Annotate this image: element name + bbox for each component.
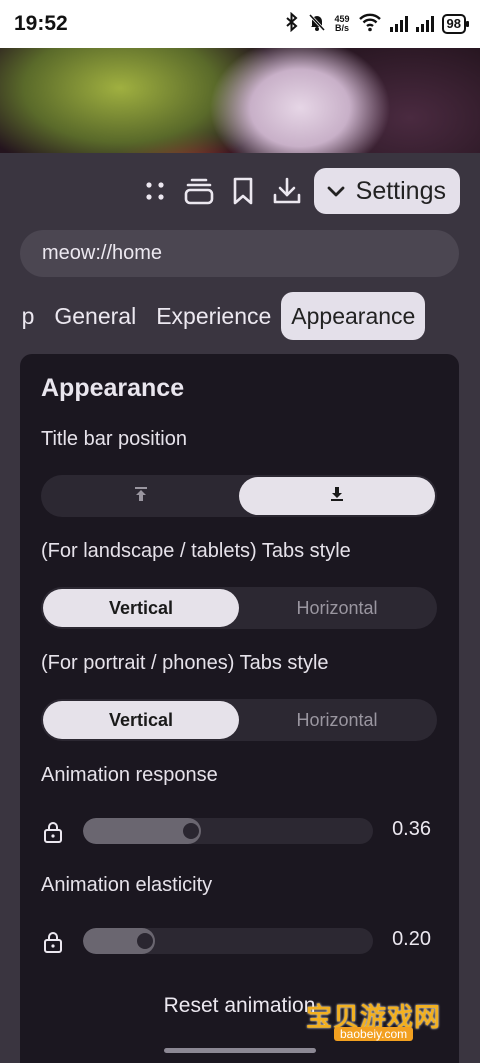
tab-start-up[interactable]: Start Up [20,292,44,340]
portrait-horizontal-option[interactable]: Horizontal [239,701,435,739]
title-bar-top-option[interactable] [43,477,239,515]
landscape-tabs-style-label: (For landscape / tablets) Tabs style [41,540,351,562]
screen: 19:52 459 B/s 98 Settings meow://home p … [0,0,480,1063]
landscape-tabs-style-toggle: Vertical Horizontal [41,587,437,629]
title-bar-bottom-option[interactable] [239,477,435,515]
status-icons: 459 B/s 98 [285,11,470,37]
animation-response-row: 0.36 [41,816,437,846]
settings-tabs: Start Up General Experience Appearance [20,292,459,340]
bottom-arrow-icon [329,486,345,507]
animation-elasticity-slider[interactable] [83,928,373,954]
portrait-vertical-option[interactable]: Vertical [43,701,239,739]
battery-indicator: 98 [441,14,470,34]
settings-button-label: Settings [355,176,446,205]
animation-elasticity-label: Animation elasticity [41,874,213,896]
cell-signal-2-icon [415,16,434,32]
animation-response-slider[interactable] [83,818,373,844]
chevron-down-icon [326,177,346,206]
drag-handle-icon[interactable] [138,174,172,208]
lock-icon[interactable] [41,820,65,844]
bookmark-icon[interactable] [226,174,260,208]
status-bar: 19:52 459 B/s 98 [0,0,480,48]
watermark-logo: 宝贝游戏网 baobeiy.com [306,985,446,1047]
portrait-tabs-style-label: (For portrait / phones) Tabs style [41,652,329,674]
settings-tabs-track: Start Up General Experience Appearance [20,292,426,340]
mute-bell-icon [307,12,327,37]
animation-elasticity-thumb[interactable] [137,933,153,949]
tab-experience[interactable]: Experience [146,292,281,340]
tab-general[interactable]: General [44,292,146,340]
tabs-stack-icon[interactable] [182,174,216,208]
cell-signal-1-icon [389,16,408,32]
appearance-panel: Appearance Title bar position (For lands… [20,354,459,1063]
status-time: 19:52 [14,12,68,35]
animation-response-value: 0.36 [392,818,431,840]
download-icon[interactable] [270,174,304,208]
animation-response-thumb[interactable] [183,823,199,839]
url-input[interactable]: meow://home [20,230,459,277]
animation-elasticity-value: 0.20 [392,928,431,950]
title-bar-position-toggle [41,475,437,517]
home-indicator[interactable] [164,1048,316,1053]
animation-response-label: Animation response [41,764,218,786]
lock-icon[interactable] [41,930,65,954]
header-image [0,48,480,153]
landscape-horizontal-option[interactable]: Horizontal [239,589,435,627]
watermark-url: baobeiy.com [334,1027,414,1041]
settings-button[interactable]: Settings [313,168,460,214]
portrait-tabs-style-toggle: Vertical Horizontal [41,699,437,741]
top-arrow-icon [133,486,149,507]
wifi-icon [358,12,382,37]
net-speed-unit: B/s [335,23,350,33]
net-speed: 459 B/s [335,15,350,33]
tab-appearance[interactable]: Appearance [281,292,426,340]
bluetooth-icon [285,11,299,37]
animation-elasticity-row: 0.20 [41,926,437,956]
panel-title: Appearance [41,374,185,402]
title-bar-position-label: Title bar position [41,428,187,450]
landscape-vertical-option[interactable]: Vertical [43,589,239,627]
toolbar: Settings [138,167,460,215]
